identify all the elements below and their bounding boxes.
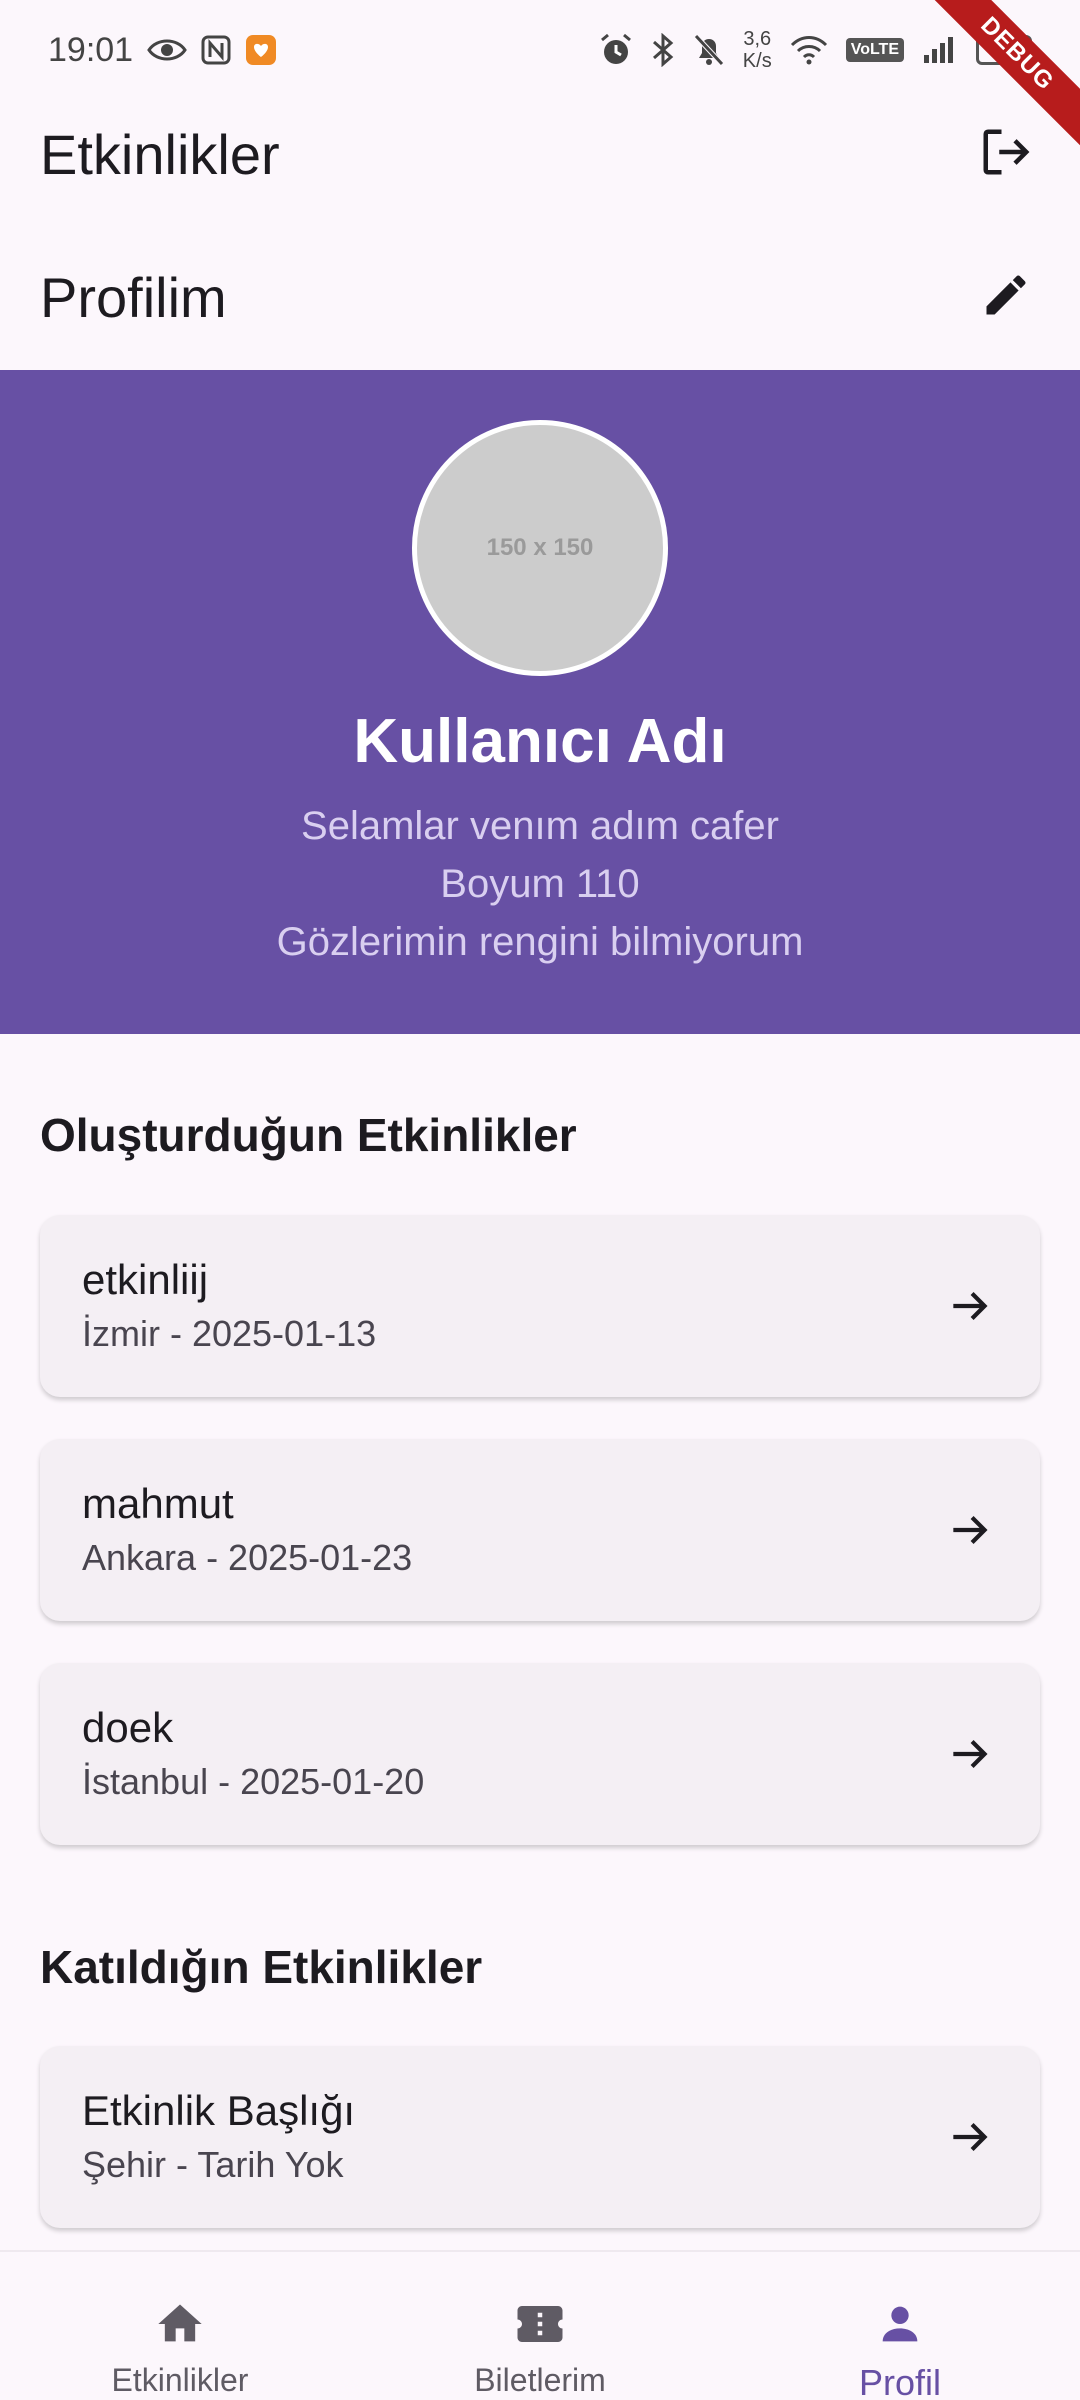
- event-detail: Ankara - 2025-01-23: [82, 1537, 413, 1578]
- ticket-icon: [512, 2296, 568, 2352]
- edit-icon: [980, 269, 1032, 326]
- nav-label: Etkinlikler: [111, 2362, 249, 2398]
- created-event-card[interactable]: doek İstanbul - 2025-01-20: [40, 1663, 1040, 1845]
- arrow-right-icon: [940, 1724, 1000, 1784]
- nfc-icon: [201, 35, 231, 65]
- event-detail: İzmir - 2025-01-13: [82, 1313, 377, 1354]
- app-bar: Etkinlikler: [0, 100, 1080, 208]
- logout-icon: [979, 125, 1033, 184]
- event-name: mahmut: [82, 1480, 234, 1527]
- card-text: etkinliij İzmir - 2025-01-13: [82, 1252, 376, 1360]
- bluetooth-icon: [651, 33, 675, 67]
- bio: Selamlar venım adım cafer Boyum 110 Gözl…: [277, 797, 804, 971]
- network-speed: 3,6 K/s: [743, 28, 772, 72]
- profile-title: Profilim: [40, 265, 227, 329]
- speed-unit: K/s: [742, 50, 772, 72]
- profile-header: Profilim: [0, 232, 1080, 362]
- wifi-icon: [790, 35, 828, 65]
- alarm-icon: [599, 33, 633, 67]
- app-title: Etkinlikler: [40, 122, 280, 186]
- event-detail: İstanbul - 2025-01-20: [82, 1761, 425, 1802]
- bio-line: Selamlar venım adım cafer: [301, 804, 779, 848]
- avatar-placeholder-text: 150 x 150: [486, 534, 594, 561]
- person-icon: [872, 2296, 928, 2352]
- card-text: Etkinlik Başlığı Şehir - Tarih Yok: [82, 2083, 355, 2191]
- event-name: Etkinlik Başlığı: [82, 2087, 356, 2134]
- status-right: 3,6 K/s VoLTE 97: [599, 28, 1037, 72]
- volte-badge: VoLTE: [845, 38, 904, 62]
- arrow-right-icon: [940, 1276, 1000, 1336]
- speed-value: 3,6: [743, 28, 772, 50]
- profile-hero: 150 x 150 Kullanıcı Adı Selamlar venım a…: [0, 370, 1080, 1034]
- event-detail: Şehir - Tarih Yok: [82, 2144, 344, 2185]
- bio-line: Boyum 110: [440, 862, 640, 906]
- card-text: mahmut Ankara - 2025-01-23: [82, 1476, 412, 1584]
- arrow-right-icon: [940, 1500, 1000, 1560]
- event-name: etkinliij: [82, 1256, 209, 1303]
- bell-muted-icon: [693, 33, 725, 67]
- arrow-right-icon: [940, 2107, 1000, 2167]
- created-event-card[interactable]: etkinliij İzmir - 2025-01-13: [40, 1215, 1040, 1397]
- status-bar: 19:01 3,6 K/s VoLTE: [0, 0, 1080, 100]
- nav-label: Profil: [858, 2362, 942, 2400]
- logout-button[interactable]: [968, 116, 1044, 192]
- username: Kullanıcı Adı: [353, 707, 727, 776]
- nav-label: Biletlerim: [474, 2362, 606, 2398]
- app-notification-icon: [245, 34, 277, 66]
- eye-icon: [147, 36, 187, 64]
- created-event-card[interactable]: mahmut Ankara - 2025-01-23: [40, 1439, 1040, 1621]
- event-name: doek: [82, 1704, 174, 1751]
- nav-item-etkinlikler[interactable]: Etkinlikler: [0, 2252, 360, 2399]
- joined-event-card[interactable]: Etkinlik Başlığı Şehir - Tarih Yok: [40, 2046, 1040, 2228]
- status-left: 19:01: [48, 31, 277, 70]
- bio-line: Gözlerimin rengini bilmiyorum: [276, 920, 804, 964]
- nav-item-profil[interactable]: Profil: [720, 2252, 1080, 2400]
- joined-events-title: Katıldığın Etkinlikler: [40, 1941, 483, 1993]
- signal-icon: [922, 35, 958, 65]
- status-time: 19:01: [48, 30, 134, 69]
- nav-item-biletlerim[interactable]: Biletlerim: [360, 2252, 720, 2399]
- bottom-navigation: Etkinlikler Biletlerim Profil: [0, 2250, 1080, 2400]
- home-icon: [152, 2296, 208, 2352]
- screen: 19:01 3,6 K/s VoLTE DEBUG Etkinlikler Pr…: [0, 0, 1080, 2400]
- avatar: 150 x 150: [412, 420, 668, 676]
- edit-profile-button[interactable]: [968, 259, 1044, 335]
- card-text: doek İstanbul - 2025-01-20: [82, 1700, 424, 1808]
- created-events-title: Oluşturduğun Etkinlikler: [40, 1109, 577, 1161]
